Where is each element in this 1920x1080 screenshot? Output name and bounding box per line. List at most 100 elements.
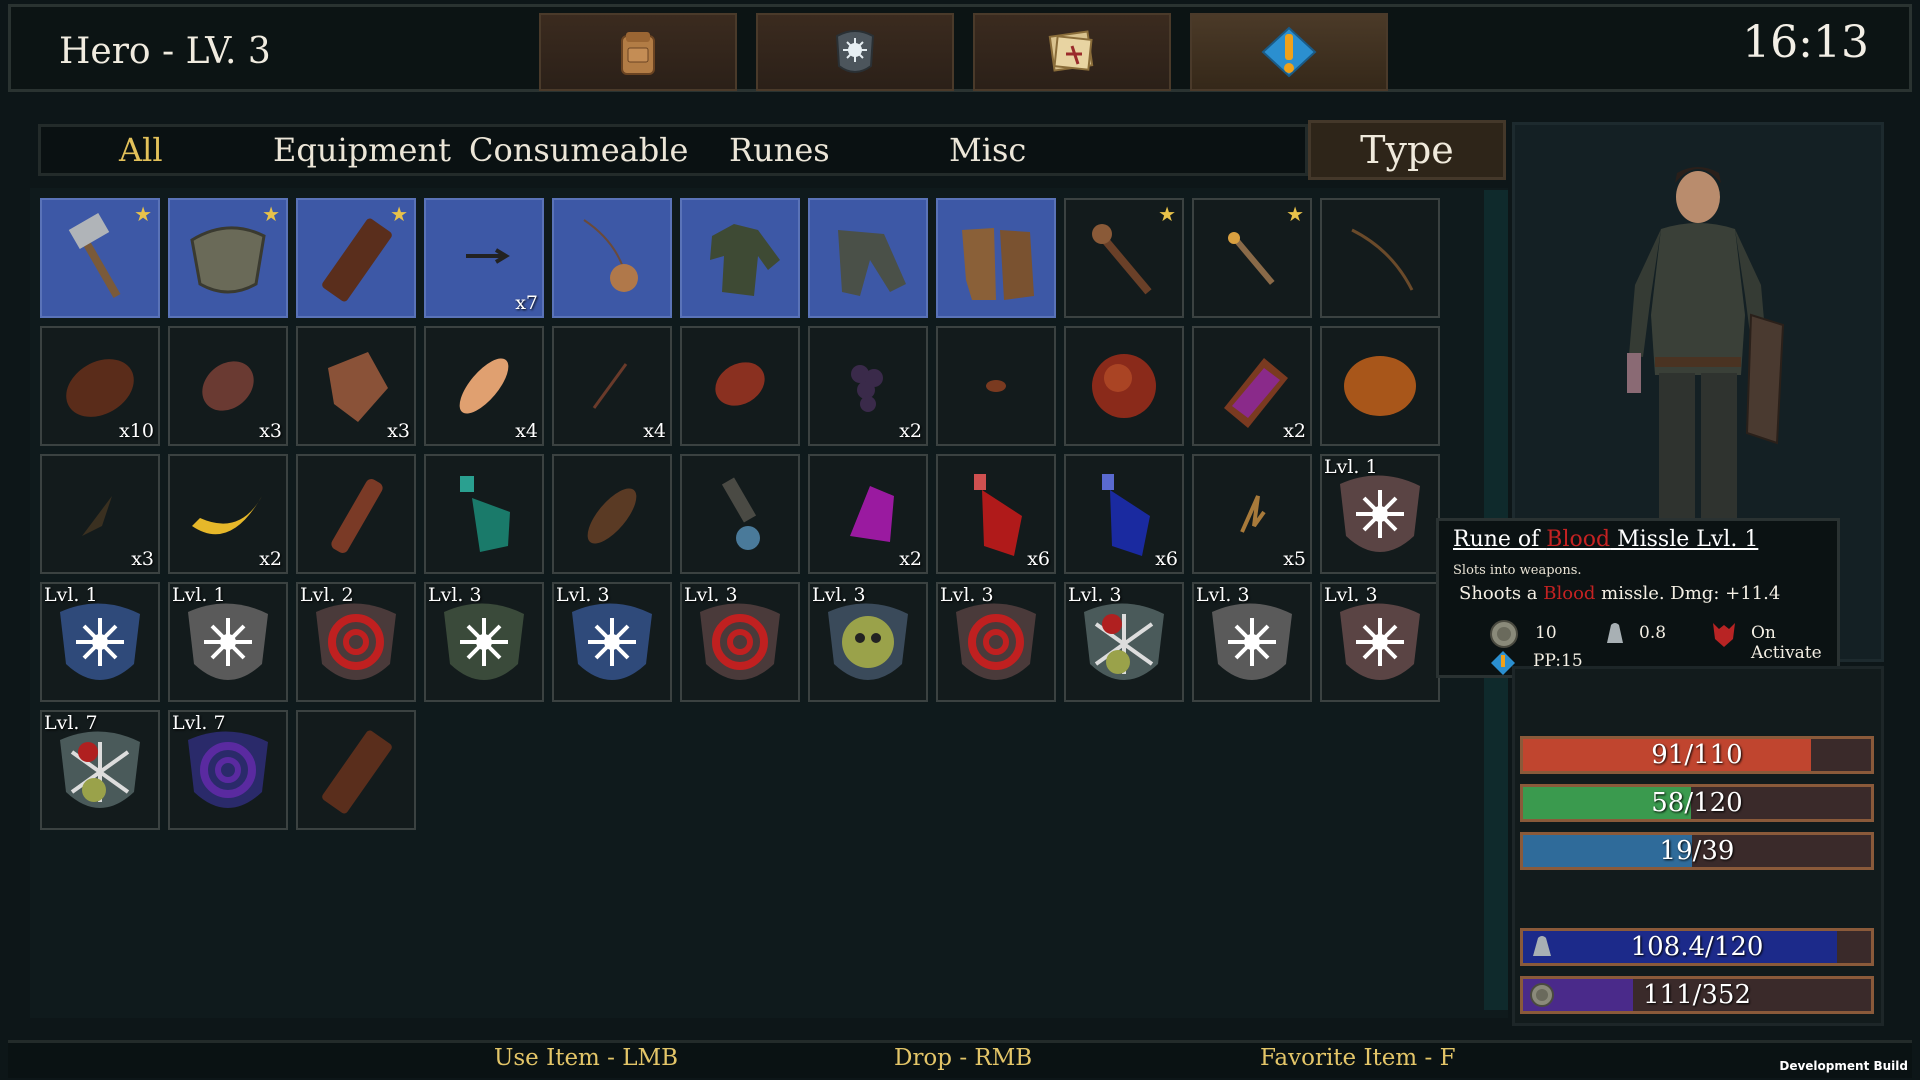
inventory-slot[interactable]: Lvl. 7 — [40, 710, 160, 830]
inventory-slot[interactable]: x3 — [40, 454, 160, 574]
inventory-slot[interactable]: Lvl. 3 — [936, 582, 1056, 702]
inventory-slot[interactable]: x6 — [936, 454, 1056, 574]
item-quantity: x4 — [515, 420, 538, 442]
inventory-slot[interactable]: x2 — [808, 326, 928, 446]
inventory-slot[interactable]: x3 — [296, 326, 416, 446]
inventory-slot[interactable] — [680, 454, 800, 574]
raw-meat-icon — [715, 362, 765, 406]
inventory-slot[interactable]: ★ — [168, 198, 288, 318]
inventory-slot[interactable]: Lvl. 3 — [1192, 582, 1312, 702]
seed-icon — [986, 380, 1006, 392]
item-level: Lvl. 1 — [172, 584, 226, 606]
inventory-slot[interactable]: x2 — [1192, 326, 1312, 446]
stamina-value: 58/120 — [1651, 788, 1743, 818]
top-bar: Hero - LV. 3 16:13 — [8, 4, 1912, 92]
stamina-bar: 58/120 — [1520, 784, 1874, 822]
tooltip-value: 10 — [1535, 623, 1557, 643]
tab-consumeable[interactable]: Consumeable — [469, 131, 688, 169]
favorite-star-icon: ★ — [1158, 202, 1176, 226]
orange-icon — [1344, 356, 1416, 416]
favorite-star-icon: ★ — [134, 202, 152, 226]
inventory-slot[interactable] — [1064, 326, 1184, 446]
inventory-slot[interactable]: Lvl. 3 — [424, 582, 544, 702]
inventory-slot[interactable] — [552, 198, 672, 318]
inventory-slot[interactable]: x7 — [424, 198, 544, 318]
tab-map[interactable] — [973, 13, 1171, 91]
inventory-slot[interactable]: Lvl. 3 — [680, 582, 800, 702]
inventory-slot[interactable] — [296, 454, 416, 574]
map-scroll-icon — [1048, 30, 1094, 72]
tab-misc[interactable]: Misc — [949, 131, 1026, 169]
item-quantity: x10 — [119, 420, 154, 442]
item-level: Lvl. 3 — [1324, 584, 1378, 606]
health-value: 91/110 — [1651, 740, 1743, 770]
inventory-slot[interactable] — [1320, 326, 1440, 446]
tab-all[interactable]: All — [119, 131, 163, 169]
mana-bar: 19/39 — [1520, 832, 1874, 870]
inventory-slot[interactable] — [1320, 198, 1440, 318]
inventory-slot[interactable]: ★ — [40, 198, 160, 318]
favorite-star-icon: ★ — [390, 202, 408, 226]
item-quantity: x3 — [387, 420, 410, 442]
green-potion-icon — [460, 476, 510, 552]
pants-icon — [838, 230, 906, 296]
inventory-slot[interactable]: x3 — [168, 326, 288, 446]
inventory-slot[interactable]: x4 — [552, 326, 672, 446]
inventory-slot[interactable]: Lvl. 1 — [168, 582, 288, 702]
tab-runes[interactable] — [756, 13, 954, 91]
inventory-slot[interactable] — [936, 198, 1056, 318]
inventory-slot[interactable]: Lvl. 7 — [168, 710, 288, 830]
type-sort-button[interactable]: Type — [1308, 120, 1506, 180]
inventory-slot[interactable]: Lvl. 3 — [1064, 582, 1184, 702]
inventory-slot[interactable] — [680, 198, 800, 318]
tab-runes-category[interactable]: Runes — [729, 131, 830, 169]
inventory-slot[interactable]: Lvl. 2 — [296, 582, 416, 702]
inventory-slot[interactable]: Lvl. 1 — [1320, 454, 1440, 574]
inventory-slot[interactable] — [936, 326, 1056, 446]
carry-weight-bar: 108.4/120 — [1520, 928, 1874, 966]
tooltip-weight: 0.8 — [1639, 623, 1667, 643]
inventory-slot[interactable]: x2 — [168, 454, 288, 574]
inventory-slot[interactable] — [808, 198, 928, 318]
belt-icon — [331, 479, 383, 553]
item-level: Lvl. 3 — [1068, 584, 1122, 606]
inventory-slot[interactable]: x5 — [1192, 454, 1312, 574]
hint-drop: Drop - RMB — [894, 1045, 1033, 1071]
inventory-slot[interactable]: ★ — [296, 198, 416, 318]
inventory-slot[interactable]: ★ — [1064, 198, 1184, 318]
tab-quests[interactable] — [1190, 13, 1388, 91]
inventory-slot[interactable]: Lvl. 1 — [40, 582, 160, 702]
favorite-star-icon: ★ — [262, 202, 280, 226]
inventory-slot[interactable]: ★ — [1192, 198, 1312, 318]
item-level: Lvl. 3 — [684, 584, 738, 606]
inventory-slot[interactable] — [680, 326, 800, 446]
hint-favorite: Favorite Item - F — [1260, 1045, 1456, 1071]
tab-equipment[interactable]: Equipment — [273, 131, 451, 169]
clock: 16:13 — [1742, 17, 1869, 68]
carry-weight-value: 108.4/120 — [1630, 932, 1764, 962]
inventory-slot[interactable] — [552, 454, 672, 574]
backpack-icon — [621, 32, 655, 75]
inventory-slot[interactable]: x4 — [424, 326, 544, 446]
mana-value: 19/39 — [1659, 836, 1735, 866]
experience-value: 111/352 — [1642, 980, 1751, 1010]
tooltip-description: Slots into weapons. — [1453, 563, 1582, 578]
experience-bar: 111/352 — [1520, 976, 1874, 1014]
bowl-icon — [587, 488, 637, 544]
item-level: Lvl. 3 — [428, 584, 482, 606]
inventory-slot[interactable]: Lvl. 3 — [808, 582, 928, 702]
inventory-slot[interactable] — [424, 454, 544, 574]
hint-use-item: Use Item - LMB — [494, 1045, 678, 1071]
item-level: Lvl. 2 — [300, 584, 354, 606]
inventory-slot[interactable]: x2 — [808, 454, 928, 574]
inventory-slot[interactable]: Lvl. 3 — [552, 582, 672, 702]
inventory-slot[interactable]: x6 — [1064, 454, 1184, 574]
inventory-slot[interactable]: x10 — [40, 326, 160, 446]
inventory-slot[interactable]: Lvl. 3 — [1320, 582, 1440, 702]
tab-inventory[interactable] — [539, 13, 737, 91]
inventory-slot[interactable] — [296, 710, 416, 830]
wooden-plank-icon — [322, 730, 392, 814]
item-quantity: x4 — [643, 420, 666, 442]
development-build-label: Development Build — [1779, 1059, 1908, 1073]
item-level: Lvl. 7 — [44, 712, 98, 734]
